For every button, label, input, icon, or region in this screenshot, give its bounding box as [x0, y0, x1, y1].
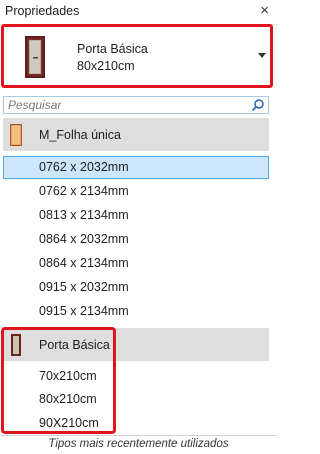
group-label: M_Folha única — [39, 128, 121, 142]
panel-title: Propriedades — [5, 4, 80, 18]
door-thumbnail-icon — [25, 36, 45, 78]
list-item-0864x2134[interactable]: 0864 x 2134mm — [3, 252, 269, 275]
door-frame-icon — [11, 334, 21, 356]
type-family-label: Porta Básica — [77, 42, 148, 56]
list-item-label: 0864 x 2134mm — [39, 256, 129, 270]
group-header-porta-basica: Porta Básica — [3, 328, 269, 361]
footer-label: Tipos mais recentemente utilizados — [48, 438, 229, 450]
list-item-label: 90X210cm — [39, 416, 99, 430]
list-item-0864x2032[interactable]: 0864 x 2032mm — [3, 228, 269, 251]
list-item-0762x2134[interactable]: 0762 x 2134mm — [3, 180, 269, 203]
list-item-label: 0915 x 2032mm — [39, 280, 129, 294]
door-leaf-icon — [10, 124, 22, 146]
list-item-label: 0813 x 2134mm — [39, 208, 129, 222]
list-item-label: 0864 x 2032mm — [39, 232, 129, 246]
list-item-label: 0915 x 2134mm — [39, 304, 129, 318]
panel-titlebar: Propriedades × — [0, 0, 277, 25]
group-header-m-folha-unica: M_Folha única — [3, 118, 269, 151]
recent-types-footer: Tipos mais recentemente utilizados — [0, 435, 277, 454]
list-item-90x210[interactable]: 90X210cm — [3, 412, 269, 435]
list-item-0915x2032[interactable]: 0915 x 2032mm — [3, 276, 269, 299]
list-item-label: 0762 x 2134mm — [39, 184, 129, 198]
search-icon[interactable] — [251, 98, 265, 112]
list-item-0915x2134[interactable]: 0915 x 2134mm — [3, 300, 269, 323]
type-name-label: 80x210cm — [77, 59, 135, 73]
chevron-down-icon[interactable] — [258, 53, 266, 58]
list-item-70x210[interactable]: 70x210cm — [3, 365, 269, 388]
close-icon[interactable]: × — [260, 2, 269, 20]
type-list: M_Folha única 0762 x 2032mm 0762 x 2134m… — [3, 118, 271, 435]
list-item-0762x2032[interactable]: 0762 x 2032mm — [3, 156, 269, 179]
search-box[interactable] — [3, 96, 269, 114]
search-input[interactable] — [4, 97, 252, 113]
list-item-label: 70x210cm — [39, 369, 97, 383]
list-item-0813x2134[interactable]: 0813 x 2134mm — [3, 204, 269, 227]
list-item-label: 80x210cm — [39, 392, 97, 406]
list-item-80x210[interactable]: 80x210cm — [3, 388, 269, 411]
properties-panel: Propriedades × Porta Básica 80x210cm Pes… — [0, 0, 277, 454]
type-selector-dropdown[interactable]: Porta Básica 80x210cm — [1, 24, 273, 88]
list-item-label: 0762 x 2032mm — [39, 160, 129, 174]
group-label: Porta Básica — [39, 338, 110, 352]
